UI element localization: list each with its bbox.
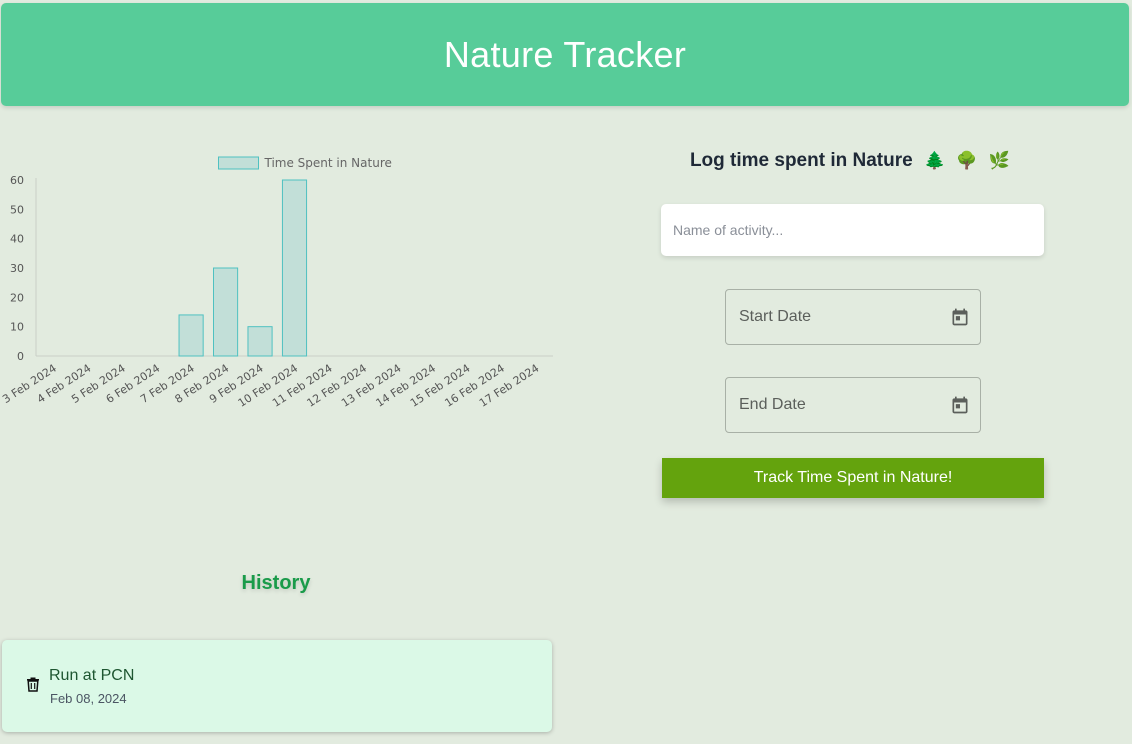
trash-icon[interactable] [26, 676, 40, 692]
bar [281, 179, 308, 357]
history-item: Run at PCN Feb 08, 2024 [2, 640, 552, 732]
deciduous-tree-icon: 🌳 [956, 151, 978, 170]
legend-label: Time Spent in Nature [264, 156, 392, 170]
activity-name-input[interactable] [661, 204, 1044, 256]
form-title: Log time spent in Nature 🌲 🌳 🌿 [600, 150, 1100, 172]
bar-chart: Time Spent in Nature01020304050603 Feb 2… [0, 156, 553, 410]
history-title: History [241, 572, 311, 594]
evergreen-tree-icon: 🌲 [923, 151, 946, 170]
y-tick-label: 60 [10, 174, 24, 187]
y-tick-label: 10 [10, 321, 24, 334]
calendar-icon[interactable] [950, 395, 970, 415]
history-item-date: Feb 08, 2024 [50, 691, 127, 706]
legend-swatch [218, 156, 259, 170]
app-header: Nature Tracker [1, 3, 1129, 106]
start-date-label: Start Date [739, 308, 812, 325]
end-date-field[interactable]: End Date [725, 377, 981, 433]
time-chart: Time Spent in Nature 0 10 20 30 40 50 60 3 Feb 2… [0, 145, 560, 435]
calendar-icon[interactable] [950, 307, 970, 327]
start-date-field[interactable]: Start Date [725, 289, 981, 345]
form-title-text: Log time spent in Nature [689, 150, 913, 171]
app-title: Nature Tracker [443, 33, 687, 75]
y-tick-label: 20 [10, 291, 24, 304]
history-item-name: Run at PCN [49, 667, 135, 684]
herb-icon: 🌿 [988, 151, 1011, 170]
y-tick-label: 40 [10, 233, 24, 246]
track-time-button[interactable]: Track Time Spent in Nature! [662, 458, 1044, 498]
bar [247, 326, 273, 357]
y-tick-label: 0 [17, 350, 24, 363]
bar [213, 267, 239, 357]
y-tick-label: 50 [10, 203, 24, 216]
y-tick-label: 30 [10, 262, 24, 275]
bar [178, 314, 204, 357]
end-date-label: End Date [739, 396, 806, 413]
